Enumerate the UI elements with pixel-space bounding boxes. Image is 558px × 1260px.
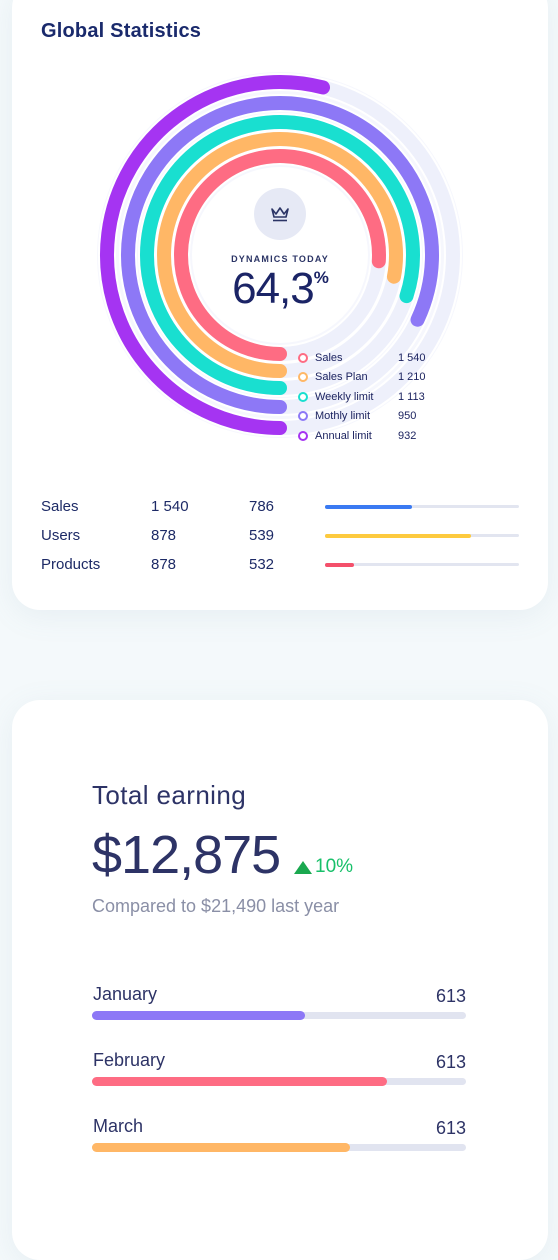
legend-name: Sales Plan bbox=[315, 371, 368, 384]
legend-dot-icon bbox=[298, 391, 308, 402]
legend-item: Sales Plan 1 210 bbox=[298, 368, 448, 388]
month-progress-fill bbox=[92, 1011, 306, 1020]
legend-dot-icon bbox=[298, 352, 308, 363]
global-statistics-card: Global Statistics DYNAMICS TODAY 64,3% S… bbox=[12, 0, 548, 610]
radial-progress-chart bbox=[97, 72, 463, 438]
stat-name: Products bbox=[41, 556, 101, 573]
month-progress-track bbox=[92, 1143, 466, 1152]
earning-change: 10% bbox=[294, 856, 353, 878]
earning-amount: $12,875 bbox=[92, 825, 281, 885]
monthly-earnings: January 613 February 613 March 613 bbox=[92, 984, 466, 1182]
total-earning-card: Total earning $12,875 10% Compared to $2… bbox=[12, 700, 548, 1260]
month-progress-fill bbox=[92, 1143, 351, 1152]
month-progress-track bbox=[92, 1077, 466, 1086]
stat-value-b: 539 bbox=[249, 527, 275, 544]
stats-table: Sales 1 540 786 Users 878 539 Products 878 532 bbox=[41, 492, 521, 579]
stat-progress-fill bbox=[325, 504, 413, 509]
legend-value: 932 bbox=[398, 429, 417, 442]
legend-item: Mothly limit 950 bbox=[298, 407, 448, 427]
crown-icon bbox=[254, 188, 306, 240]
earning-title: Total earning bbox=[92, 780, 247, 810]
legend-dot-icon bbox=[298, 372, 308, 383]
month-row: March 613 bbox=[92, 1116, 466, 1182]
legend-item: Sales 1 540 bbox=[298, 348, 448, 368]
stat-value-b: 786 bbox=[249, 498, 275, 515]
month-progress-fill bbox=[92, 1077, 388, 1086]
month-progress-track bbox=[92, 1011, 466, 1020]
legend-value: 1 113 bbox=[398, 390, 425, 403]
earning-compare: Compared to $21,490 last year bbox=[92, 896, 340, 916]
dynamics-value: 64,3% bbox=[232, 264, 329, 313]
stat-value-b: 532 bbox=[249, 556, 275, 573]
stat-name: Sales bbox=[41, 498, 79, 515]
month-value: 613 bbox=[435, 986, 466, 1006]
stat-value-a: 878 bbox=[151, 527, 177, 544]
stat-name: Users bbox=[41, 527, 81, 544]
month-name: February bbox=[93, 1050, 166, 1070]
legend-item: Weekly limit 1 113 bbox=[298, 387, 448, 407]
stat-progress-fill bbox=[325, 533, 471, 538]
legend-dot-icon bbox=[298, 411, 308, 422]
legend-name: Weekly limit bbox=[315, 390, 374, 403]
month-name: March bbox=[93, 1116, 144, 1136]
month-value: 613 bbox=[435, 1052, 466, 1072]
stat-progress-fill bbox=[325, 562, 355, 567]
legend-value: 950 bbox=[398, 410, 417, 423]
dynamics-label: DYNAMICS TODAY bbox=[231, 254, 329, 264]
stat-progress-track bbox=[325, 533, 519, 538]
stat-progress-track bbox=[325, 504, 519, 509]
legend-dot-icon bbox=[298, 430, 308, 441]
chart-legend: Sales 1 540 Sales Plan 1 210 Weekly limit 1 1… bbox=[298, 348, 448, 446]
stat-progress-track bbox=[325, 562, 519, 567]
stat-value-a: 878 bbox=[151, 556, 177, 573]
month-value: 613 bbox=[435, 1118, 466, 1138]
stat-row: Users 878 539 bbox=[41, 521, 521, 550]
arrow-up-icon bbox=[294, 860, 312, 874]
month-row: January 613 bbox=[92, 984, 466, 1050]
legend-name: Annual limit bbox=[315, 429, 372, 442]
month-row: February 613 bbox=[92, 1050, 466, 1116]
legend-value: 1 210 bbox=[398, 371, 426, 384]
month-name: January bbox=[93, 984, 158, 1004]
stat-value-a: 1 540 bbox=[151, 498, 189, 515]
legend-item: Annual limit 932 bbox=[298, 426, 448, 446]
legend-name: Mothly limit bbox=[315, 410, 371, 423]
stat-row: Sales 1 540 786 bbox=[41, 492, 521, 521]
earning-change-value: 10% bbox=[315, 856, 354, 877]
stat-row: Products 878 532 bbox=[41, 550, 521, 579]
legend-value: 1 540 bbox=[398, 351, 426, 364]
legend-name: Sales bbox=[315, 351, 343, 364]
